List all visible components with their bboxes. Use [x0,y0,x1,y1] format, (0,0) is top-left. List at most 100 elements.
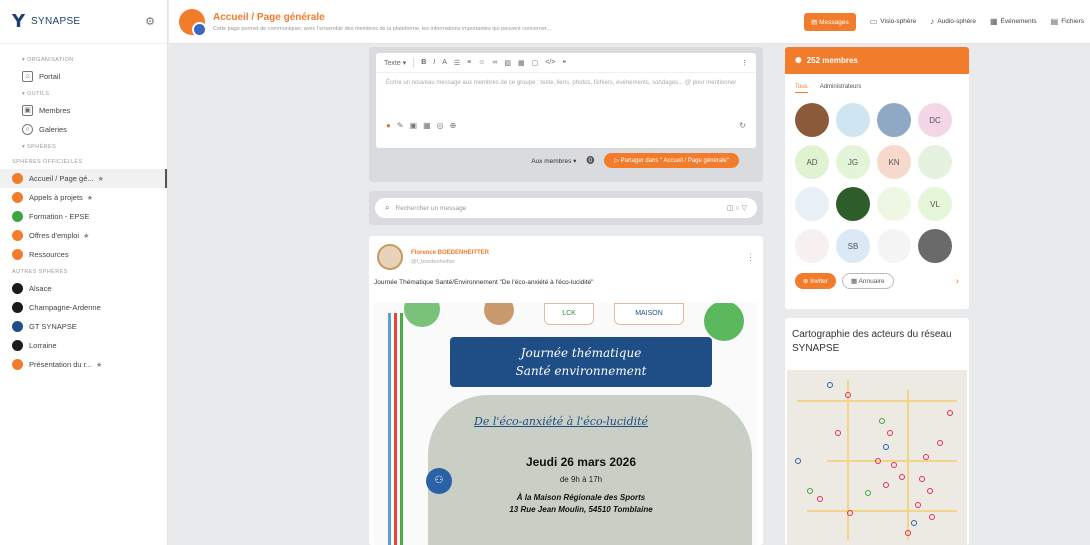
map-pin[interactable] [947,410,953,416]
message-editor[interactable]: Texte ▾ B I A ☰ ≡ ☺ ∞ ▨ ▦ ▢ </> ❝ ⋮ Écri… [376,53,756,148]
search-input[interactable]: ⌕ Rechercher un message ◫ ○ ▽ [375,198,757,218]
members-header[interactable]: ✺ 252 membres [785,47,969,74]
sphere-item[interactable]: Ressources [0,245,167,264]
member-avatar[interactable]: KN [877,145,911,179]
attach-event-icon[interactable]: ▦ [423,121,431,130]
map-pin[interactable] [923,454,929,460]
format-select[interactable]: Texte ▾ [384,59,406,67]
map-pin[interactable] [919,476,925,482]
sphere-item[interactable]: Champagne-Ardenne [0,298,167,317]
gear-icon[interactable]: ⚙ [145,15,155,28]
map-pin[interactable] [817,496,823,502]
post-menu-icon[interactable]: ⋮ [746,252,755,263]
refresh-icon[interactable]: ↻ [739,121,746,130]
member-avatar[interactable]: SB [836,229,870,263]
file-icon[interactable]: ▢ [532,59,539,67]
invite-button[interactable]: ⊕ Inviter [795,273,836,289]
sphere-item[interactable]: Alsace [0,279,167,298]
sphere-item[interactable]: Appels à projets ★ [0,188,167,207]
map-pin[interactable] [911,520,917,526]
sidebar-item-galeries[interactable]: ○ Galeries [0,120,167,139]
italic-icon[interactable]: I [433,59,435,66]
members-tab[interactable]: Administrateurs [820,84,862,93]
quote-icon[interactable]: ❝ [562,59,566,67]
sphere-item[interactable]: Présentation du r... ★ [0,355,167,374]
sidebar-item-membres[interactable]: ▣ Membres [0,101,167,120]
actors-map[interactable] [787,370,967,545]
member-avatar[interactable]: DC [918,103,952,137]
map-pin[interactable] [827,382,833,388]
map-pin[interactable] [937,440,943,446]
favorite-icon[interactable]: ★ [83,232,89,240]
author-name[interactable]: Florence BOEDENHEITTER [411,250,489,256]
favorite-icon[interactable]: ★ [96,361,102,369]
pen-icon[interactable]: ✎ [397,121,404,130]
map-pin[interactable] [905,530,911,536]
attach-image-icon[interactable]: ▣ [410,121,418,130]
post-image[interactable]: LCK MAISON Journée thématique Santé envi… [374,303,758,545]
bold-icon[interactable]: B [421,59,426,66]
map-pin[interactable] [887,430,893,436]
palette-icon[interactable]: ● [386,121,391,130]
video-link[interactable]: ▭ Visio-sphère [870,17,917,26]
member-avatar[interactable] [918,229,952,263]
map-pin[interactable] [915,502,921,508]
filter-icon[interactable]: ◫ ○ ▽ [727,204,747,212]
section-organisation[interactable]: ▾ ORGANISATION [0,52,167,67]
sidebar-item-portail[interactable]: ⌂ Portail [0,67,167,86]
section-spheres[interactable]: ▾ SPHÈRES [0,139,167,154]
member-avatar[interactable]: VL [918,187,952,221]
sphere-item[interactable]: Accueil / Page gé... ★ [0,169,167,188]
map-pin[interactable] [835,430,841,436]
member-avatar[interactable] [795,229,829,263]
sphere-item[interactable]: GT SYNAPSE [0,317,167,336]
image-icon[interactable]: ▨ [504,59,511,67]
attach-file-icon[interactable]: ⊕ [450,121,457,130]
map-pin[interactable] [807,488,813,494]
member-avatar[interactable] [836,187,870,221]
map-pin[interactable] [845,392,851,398]
member-avatar[interactable] [918,145,952,179]
map-pin[interactable] [795,458,801,464]
attach-poll-icon[interactable]: ◎ [437,121,444,130]
directory-button[interactable]: ▦ Annuaire [841,273,894,289]
section-outils[interactable]: ▾ OUTILS [0,86,167,101]
author-avatar[interactable] [377,244,403,270]
message-input[interactable]: Écrire un nouveau message aux membres de… [376,73,756,121]
calendar-link[interactable]: ▦ Événements [990,17,1037,26]
map-pin[interactable] [879,418,885,424]
folder-link[interactable]: ▤ Fichiers [1051,17,1084,26]
member-avatar[interactable] [836,103,870,137]
member-avatar[interactable] [877,229,911,263]
sphere-item[interactable]: Formation - EPSE [0,207,167,226]
member-avatar[interactable] [795,103,829,137]
map-pin[interactable] [883,482,889,488]
map-pin[interactable] [847,510,853,516]
map-pin[interactable] [891,462,897,468]
map-pin[interactable] [865,490,871,496]
link-icon[interactable]: ∞ [492,59,497,66]
members-tab[interactable]: Tous [795,84,808,93]
emoji-icon[interactable]: ☺ [478,59,485,66]
share-button[interactable]: ▷ Partager dans " Accueil / Page général… [604,153,739,168]
info-icon[interactable]: ⓿ [586,155,594,166]
member-avatar[interactable]: AD [795,145,829,179]
member-avatar[interactable] [877,103,911,137]
sphere-item[interactable]: Offres d'emploi ★ [0,226,167,245]
mic-link[interactable]: ♪ Audio-sphère [930,17,976,26]
audience-select[interactable]: Aux membres ▾ [531,157,576,165]
map-pin[interactable] [927,488,933,494]
align-icon[interactable]: ≡ [467,59,471,66]
more-icon[interactable]: ⋮ [741,59,748,67]
favorite-icon[interactable]: ★ [98,175,104,183]
map-pin[interactable] [875,458,881,464]
brand[interactable]: Y SYNAPSE ⚙ [0,0,167,44]
messages-button[interactable]: ▤ Messages [804,12,856,31]
map-pin[interactable] [899,474,905,480]
member-avatar[interactable]: JG [836,145,870,179]
sphere-item[interactable]: Lorraine [0,336,167,355]
text-color-icon[interactable]: A [442,59,447,66]
member-avatar[interactable] [795,187,829,221]
chevron-right-icon[interactable]: › [956,276,959,287]
member-avatar[interactable] [877,187,911,221]
